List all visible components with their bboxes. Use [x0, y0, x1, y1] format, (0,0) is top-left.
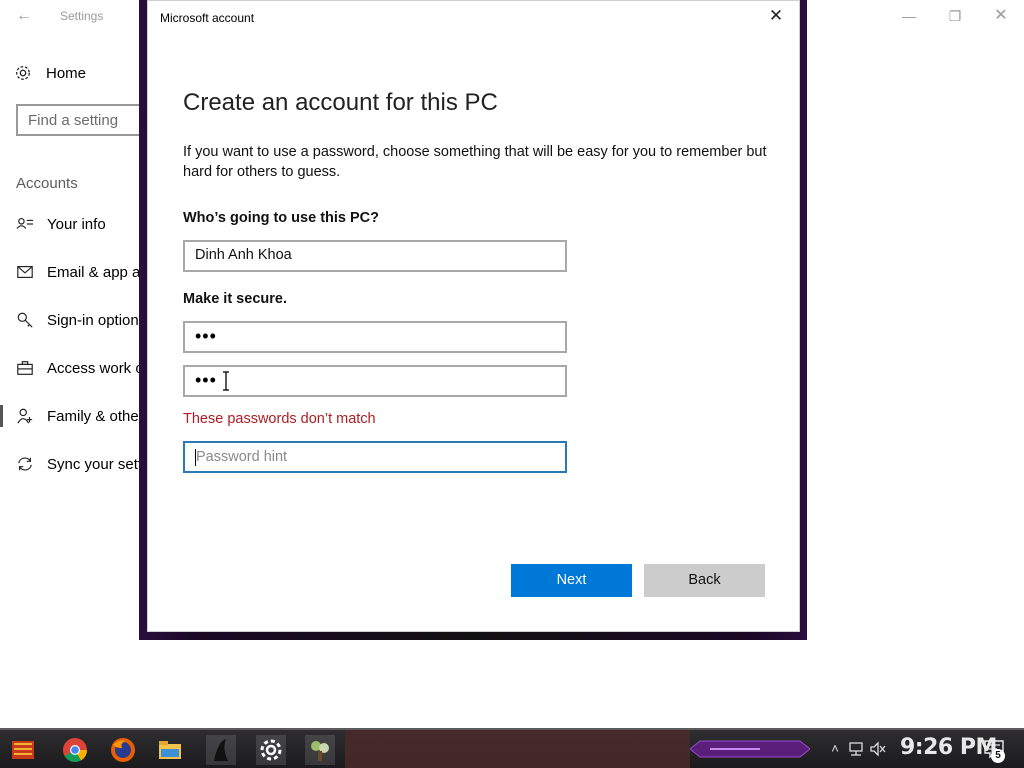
back-button[interactable]: Back — [644, 564, 765, 597]
sidebar-item-label: Sync your sett — [47, 455, 143, 473]
settings-gear-icon[interactable] — [256, 735, 286, 765]
mail-icon — [17, 266, 33, 278]
sync-icon — [18, 457, 32, 471]
sidebar-item-access-work[interactable]: Access work o — [0, 352, 150, 384]
accounts-section-title: Accounts — [16, 175, 78, 192]
notification-count-badge: 5 — [991, 749, 1005, 763]
taskbar: ˄ 9:26 PM 5 — [0, 728, 1024, 768]
start-icon[interactable] — [8, 735, 38, 765]
sidebar-item-family[interactable]: Family & othe — [0, 400, 150, 432]
volume-muted-icon[interactable] — [869, 740, 887, 758]
key-icon — [17, 312, 33, 328]
person-card-icon — [16, 218, 34, 229]
reenter-password-field[interactable]: ••• — [183, 365, 567, 397]
password-hint-field[interactable]: Password hint — [183, 441, 567, 473]
briefcase-icon — [17, 361, 33, 375]
sidebar-item-sync[interactable]: Sync your sett — [0, 448, 150, 480]
sidebar-item-label: Sign-in option — [47, 311, 139, 329]
password-mismatch-error: These passwords don’t match — [183, 411, 376, 427]
selection-indicator — [0, 405, 3, 427]
sidebar-item-label: Access work o — [47, 359, 144, 377]
taskbar-decoration-bar — [690, 740, 810, 758]
close-window-button[interactable]: ✕ — [989, 4, 1013, 28]
sidebar-item-label: Email & app a — [47, 263, 141, 281]
chrome-icon[interactable] — [60, 735, 90, 765]
back-arrow-icon[interactable]: ← — [14, 6, 34, 26]
taskbar-decoration — [345, 730, 690, 768]
sidebar-item-sign-in[interactable]: Sign-in option — [0, 304, 150, 336]
username-field[interactable]: Dinh Anh Khoa — [183, 240, 567, 272]
sidebar-item-your-info[interactable]: Your info — [0, 208, 150, 240]
text-cursor-icon — [223, 371, 229, 391]
search-placeholder: Find a setting — [28, 112, 119, 129]
maximize-button[interactable]: ❐ — [943, 4, 967, 28]
microsoft-account-dialog: Microsoft account ✕ Create an account fo… — [147, 0, 800, 632]
settings-title: Settings — [60, 9, 104, 23]
file-explorer-icon[interactable] — [155, 735, 185, 765]
sidebar-item-label: Family & othe — [47, 407, 139, 425]
minimize-button[interactable]: — — [897, 4, 921, 28]
password-dots: ••• — [195, 326, 217, 346]
app-icon[interactable] — [206, 735, 236, 765]
password-hint-placeholder: Password hint — [196, 449, 288, 465]
dialog-heading: Create an account for this PC — [183, 89, 498, 116]
next-button[interactable]: Next — [511, 564, 632, 597]
firefox-icon[interactable] — [108, 735, 138, 765]
password-field[interactable]: ••• — [183, 321, 567, 353]
sidebar-item-label: Your info — [47, 215, 106, 233]
home-nav-item[interactable]: Home — [14, 62, 86, 84]
close-icon[interactable]: ✕ — [766, 6, 786, 26]
username-value: Dinh Anh Khoa — [195, 247, 292, 263]
reenter-password-dots: ••• — [195, 370, 217, 390]
app-icon-2[interactable] — [305, 735, 335, 765]
who-label: Who’s going to use this PC? — [183, 210, 380, 226]
network-icon[interactable] — [847, 740, 865, 758]
secure-label: Make it secure. — [183, 291, 287, 307]
chevron-up-icon[interactable]: ˄ — [826, 740, 844, 758]
gear-icon — [16, 66, 30, 80]
sidebar-item-email[interactable]: Email & app a — [0, 256, 150, 288]
dialog-description: If you want to use a password, choose so… — [183, 144, 767, 180]
dialog-title: Microsoft account — [160, 11, 255, 25]
home-label: Home — [46, 64, 87, 82]
people-icon — [17, 408, 33, 424]
